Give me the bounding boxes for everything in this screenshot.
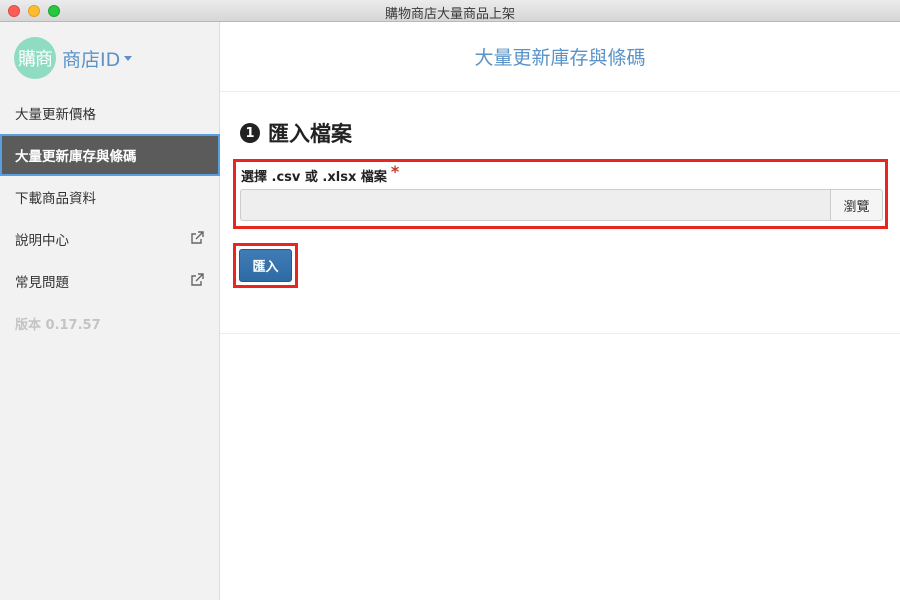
page-header: 大量更新庫存與條碼 [220,22,900,92]
window-title: 購物商店大量商品上架 [384,7,515,22]
chevron-down-icon [124,55,133,61]
external-link-icon [191,231,204,244]
step-title: 匯入檔案 [268,122,352,146]
sidebar-item-help-center[interactable]: 說明中心 [0,218,220,260]
import-file-section: 1 匯入檔案 選擇 .csv 或 .xlsx 檔案 * 瀏覽 匯入 [220,92,900,334]
sidebar-item-faq[interactable]: 常見問題 [0,260,220,302]
store-id-label: 商店ID [62,48,121,71]
app-version: 版本 0.17.57 [15,317,101,333]
page-title: 大量更新庫存與條碼 [474,47,646,69]
step-heading: 1 匯入檔案 [240,118,352,148]
sidebar-item-download-products[interactable]: 下載商品資料 [0,176,220,218]
import-button-highlight: 匯入 [233,243,298,288]
required-asterisk: * [390,162,400,181]
sidebar-item-label: 大量更新庫存與條碼 [15,149,137,165]
file-path-input[interactable] [240,189,830,221]
sidebar-nav: 大量更新價格 大量更新庫存與條碼 下載商品資料 說明中心 常見問題 版本 0.1… [0,92,220,344]
sidebar-item-bulk-update-price[interactable]: 大量更新價格 [0,92,220,134]
import-button[interactable]: 匯入 [239,249,292,282]
sidebar-item-label: 常見問題 [15,275,69,291]
store-id-dropdown[interactable]: 商店ID [62,45,133,72]
browse-button[interactable]: 瀏覽 [830,189,883,221]
sidebar: 購商 商店ID 大量更新價格 大量更新庫存與條碼 下載商品資料 說明中心 常見問… [0,22,220,600]
window-title-bar: 購物商店大量商品上架 [0,0,900,22]
sidebar-item-bulk-update-stock[interactable]: 大量更新庫存與條碼 [0,134,220,176]
file-picker-label-text: 選擇 .csv 或 .xlsx 檔案 [241,170,387,185]
store-brand: 購商 商店ID [14,37,133,79]
main-content: 大量更新庫存與條碼 1 匯入檔案 選擇 .csv 或 .xlsx 檔案 * 瀏覽… [220,22,900,600]
sidebar-item-label: 說明中心 [15,233,69,249]
store-avatar: 購商 [14,37,56,79]
file-picker-highlight: 選擇 .csv 或 .xlsx 檔案 * 瀏覽 [233,159,888,229]
sidebar-item-label: 下載商品資料 [15,191,96,207]
sidebar-item-label: 大量更新價格 [15,107,96,123]
file-picker-label: 選擇 .csv 或 .xlsx 檔案 * [241,162,400,186]
external-link-icon [191,273,204,286]
step-number-badge: 1 [240,123,260,143]
